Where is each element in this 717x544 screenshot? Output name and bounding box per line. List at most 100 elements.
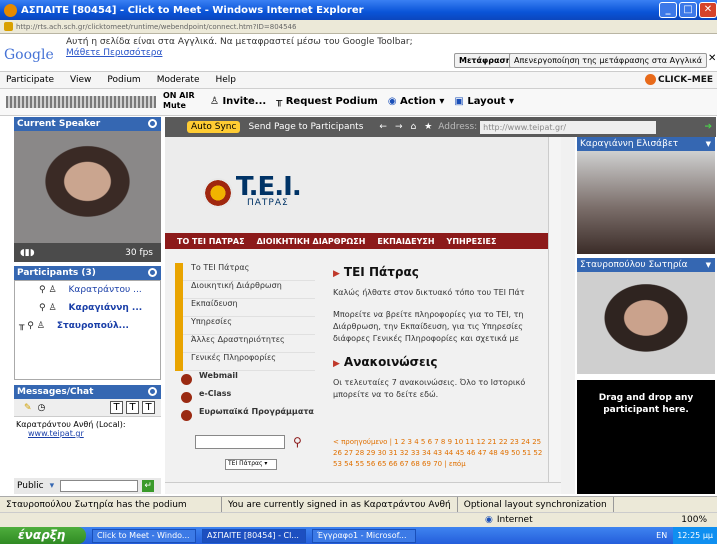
text-icon[interactable]: T bbox=[110, 401, 123, 414]
user-icon: ⚲ ♙ bbox=[39, 303, 57, 313]
participant-row[interactable]: ⚲ ♙ Καραγιάννη ... bbox=[15, 299, 160, 317]
messages-header: Messages/Chat bbox=[14, 385, 161, 399]
forward-icon[interactable]: → bbox=[395, 122, 403, 132]
disable-translation-button[interactable]: Απενεργοποίηση της μετάφρασης στα Αγγλικ… bbox=[509, 53, 707, 68]
drop-zone[interactable]: Drag and drop any participant here. bbox=[577, 380, 715, 494]
text-icon[interactable]: T bbox=[142, 401, 155, 414]
chevron-down-icon[interactable]: ▾ bbox=[50, 481, 55, 491]
menu-help[interactable]: Help bbox=[216, 75, 237, 85]
side-nav-item[interactable]: Άλλες Δραστηριότητες bbox=[175, 335, 315, 353]
minimize-button[interactable]: _ bbox=[659, 2, 677, 18]
chat-toolbar: ✎ ◷ T T T bbox=[14, 399, 161, 417]
chat-link[interactable]: www.teipat.gr bbox=[16, 429, 159, 438]
text-icon[interactable]: T bbox=[126, 401, 139, 414]
ie-icon bbox=[4, 3, 17, 17]
speaker-video-controls: ◖▮◗ 30 fps bbox=[14, 243, 161, 262]
settings-icon[interactable] bbox=[148, 268, 157, 277]
signed-in-status: You are currently signed in as Καρατράντ… bbox=[222, 496, 458, 513]
translate-button[interactable]: Μετάφραση bbox=[454, 53, 517, 68]
nav-item[interactable]: ΥΠΗΡΕΣΙΕΣ bbox=[447, 237, 497, 246]
learn-more-link[interactable]: Μάθετε Περισσότερα bbox=[66, 48, 162, 58]
horizontal-scrollbar[interactable] bbox=[165, 482, 561, 494]
side-nav-item[interactable]: Εκπαίδευση bbox=[175, 299, 315, 317]
brand-logo: CLICK–MEE bbox=[644, 74, 713, 85]
announcements-text: Οι τελευταίες 7 ανακοινώσεις. Όλο το Ιστ… bbox=[333, 378, 526, 399]
nav-item[interactable]: ΤΟ ΤΕΙ ΠΑΤΡΑΣ bbox=[177, 237, 245, 246]
menu-participate[interactable]: Participate bbox=[6, 75, 54, 85]
webmail-link[interactable]: Webmail bbox=[175, 371, 315, 389]
volume-icon[interactable]: ◖▮◗ bbox=[20, 248, 34, 258]
emblem-icon bbox=[203, 177, 233, 208]
content-toolbar: Auto Sync Send Page to Participants ← → … bbox=[165, 117, 716, 137]
menu-moderate[interactable]: Moderate bbox=[157, 75, 200, 85]
participant-video bbox=[577, 272, 715, 374]
video-header[interactable]: Σταυροπούλου Σωτηρία bbox=[577, 258, 715, 272]
brand-icon bbox=[644, 74, 656, 85]
site-logo[interactable]: T.E.I. ΠΑΤΡΑΣ bbox=[203, 172, 302, 208]
send-icon[interactable]: ↵ bbox=[142, 480, 155, 492]
content-address-input[interactable]: http://www.teipat.gr/ bbox=[480, 120, 657, 134]
start-button[interactable]: έναρξη bbox=[0, 527, 86, 544]
eclass-link[interactable]: e-Class bbox=[175, 389, 315, 407]
maximize-button[interactable]: □ bbox=[679, 2, 697, 18]
request-podium-button[interactable]: ╥ Request Podium bbox=[276, 96, 378, 107]
favorite-icon[interactable]: ★ bbox=[424, 122, 432, 132]
chat-input[interactable] bbox=[60, 480, 139, 492]
user-icon: ⚲ ♙ bbox=[39, 285, 57, 295]
vertical-scrollbar[interactable] bbox=[548, 137, 561, 482]
person-icon: ♙ bbox=[210, 96, 223, 107]
google-translate-bar: Google Αυτή η σελίδα είναι στα Αγγλικά. … bbox=[0, 34, 717, 72]
action-menu[interactable]: ◉ Action ▾ bbox=[388, 96, 445, 107]
page-icon bbox=[4, 22, 13, 31]
clock-icon[interactable]: ◷ bbox=[38, 403, 46, 413]
search-icon[interactable]: ⚲ bbox=[293, 435, 302, 449]
participant-row[interactable]: ╥ ⚲ ♙ Σταυροπούλ... bbox=[15, 317, 160, 335]
address-bar[interactable]: http://rts.ach.sch.gr/clicktomeet/runtim… bbox=[0, 20, 717, 34]
onair-indicator[interactable]: ON AIR Mute bbox=[163, 91, 195, 111]
menu-podium[interactable]: Podium bbox=[107, 75, 140, 85]
zoom-level[interactable]: 100% bbox=[681, 515, 707, 525]
site-search-input[interactable] bbox=[195, 435, 285, 449]
settings-icon[interactable] bbox=[148, 387, 157, 396]
home-icon[interactable]: ⌂ bbox=[411, 122, 417, 132]
side-nav-item[interactable]: Το ΤΕΙ Πάτρας bbox=[175, 263, 315, 281]
pagination[interactable]: < προηγούμενο | 1 2 3 4 5 6 7 8 9 10 11 … bbox=[333, 437, 551, 470]
taskbar-item[interactable]: Έγγραφο1 - Microsof... bbox=[312, 528, 416, 543]
go-icon[interactable]: ➔ bbox=[704, 122, 712, 132]
taskbar-item[interactable]: Click to Meet - Windo... bbox=[92, 528, 196, 543]
send-page-button[interactable]: Send Page to Participants bbox=[248, 122, 363, 132]
recipient-select[interactable]: Public bbox=[17, 481, 44, 491]
invite-button[interactable]: ♙ Invite... bbox=[210, 96, 266, 107]
back-icon[interactable]: ← bbox=[379, 122, 387, 132]
current-speaker-header: Current Speaker bbox=[14, 117, 161, 131]
app-status-bar: Σταυροπούλου Σωτηρία has the podium You … bbox=[0, 496, 717, 513]
nav-item[interactable]: ΔΙΟΙΚΗΤΙΚΗ ΔΙΑΡΘΡΩΣΗ bbox=[257, 237, 366, 246]
language-indicator[interactable]: EN bbox=[656, 531, 667, 540]
participant-row[interactable]: ⚲ ♙ Καρατράντου ... bbox=[15, 281, 160, 299]
layout-menu[interactable]: ▣ Layout ▾ bbox=[454, 96, 514, 107]
menu-view[interactable]: View bbox=[70, 75, 91, 85]
video-header[interactable]: Καραγιάννη Ελισάβετ bbox=[577, 137, 715, 151]
site-nav: ΤΟ ΤΕΙ ΠΑΤΡΑΣ ΔΙΟΙΚΗΤΙΚΗ ΔΙΑΡΘΡΩΣΗ ΕΚΠΑΙ… bbox=[165, 233, 548, 249]
side-nav-item[interactable]: Γενικές Πληροφορίες bbox=[175, 353, 315, 371]
shared-web-page: T.E.I. ΠΑΤΡΑΣ ΤΟ ΤΕΙ ΠΑΤΡΑΣ ΔΙΟΙΚΗΤΙΚΗ ΔΙ… bbox=[165, 137, 575, 494]
settings-icon[interactable] bbox=[148, 119, 157, 128]
auto-sync-button[interactable]: Auto Sync bbox=[187, 121, 241, 133]
pencil-icon[interactable]: ✎ bbox=[24, 403, 32, 413]
taskbar-item[interactable]: ΑΣΠΑΙΤΕ [80454] - Cl... bbox=[202, 528, 306, 543]
side-nav-item[interactable]: Διοικητική Διάρθρωση bbox=[175, 281, 315, 299]
url-text: http://rts.ach.sch.gr/clicktomeet/runtim… bbox=[16, 22, 297, 31]
intro-text: Μπορείτε να βρείτε πληροφορίες για το ΤΕ… bbox=[333, 310, 524, 343]
translate-message: Αυτή η σελίδα είναι στα Αγγλικά. Να μετα… bbox=[66, 37, 413, 58]
eu-programs-link[interactable]: Ευρωπαϊκά Προγράμματα bbox=[175, 407, 315, 425]
site-select[interactable]: ΤΕΙ Πάτρας ▾ bbox=[225, 459, 277, 470]
side-nav-item[interactable]: Υπηρεσίες bbox=[175, 317, 315, 335]
close-translate-icon[interactable]: ✕ bbox=[708, 53, 716, 64]
chat-messages: Καρατράντου Ανθή (Local): www.teipat.gr bbox=[14, 418, 161, 478]
chat-input-row: Public ▾ ↵ bbox=[14, 478, 161, 494]
nav-item[interactable]: ΕΚΠΑΙΔΕΥΣΗ bbox=[377, 237, 434, 246]
close-button[interactable]: ✕ bbox=[699, 2, 717, 18]
layout-icon: ▣ bbox=[454, 96, 468, 107]
audio-level-slider[interactable] bbox=[6, 96, 156, 108]
globe-icon: ◉ bbox=[387, 96, 401, 107]
